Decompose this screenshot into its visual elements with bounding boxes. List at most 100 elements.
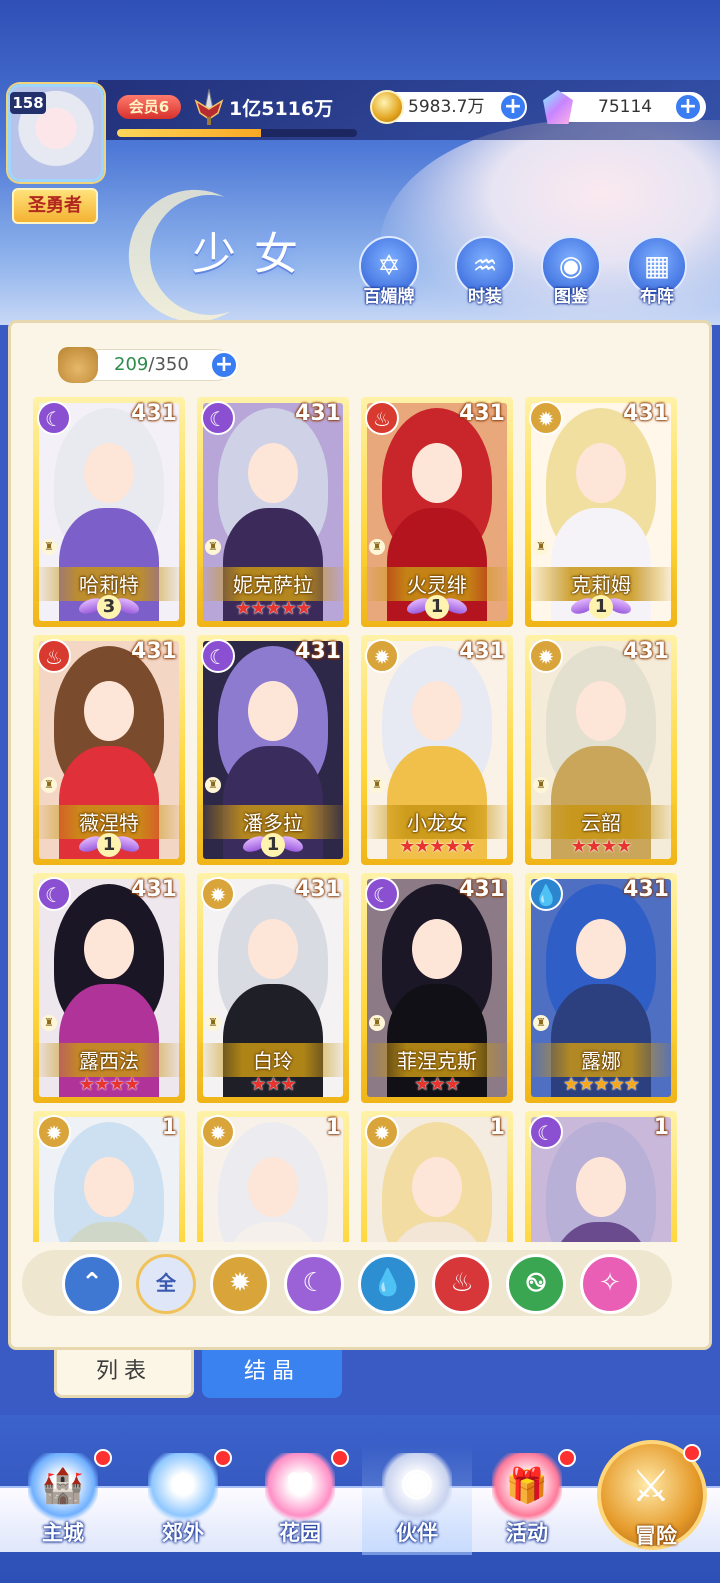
- nav-label: 郊外: [162, 1521, 204, 1545]
- tab-crystal[interactable]: 结晶: [202, 1350, 342, 1398]
- character-card[interactable]: ✹ 1: [361, 1111, 513, 1242]
- nav-label: 主城: [42, 1521, 84, 1545]
- portrait-face: [84, 1157, 134, 1217]
- nav-3[interactable]: ☺ 伙伴: [362, 1445, 472, 1555]
- character-level: 431: [623, 877, 669, 902]
- role-icon: ♜: [41, 777, 57, 793]
- role-icon: ♜: [41, 539, 57, 555]
- character-level: 1: [489, 1115, 505, 1140]
- awakening-level: 1: [97, 833, 121, 857]
- portal-icon: ✡: [148, 1453, 218, 1523]
- sun-element-icon: ✹: [201, 1115, 235, 1149]
- portrait-face: [576, 681, 626, 741]
- character-card[interactable]: ♨ 431 ♜ 薇涅特 1: [33, 635, 185, 865]
- character-name: 克莉姆: [571, 573, 631, 597]
- gold-amount: 5983.7万: [408, 97, 485, 117]
- role-icon: ♜: [369, 539, 385, 555]
- moon-element-icon: ☾: [529, 1115, 563, 1149]
- role-icon: ♜: [533, 777, 549, 793]
- character-name: 薇涅特: [79, 811, 139, 835]
- nav-label: 活动: [506, 1521, 548, 1545]
- quick-action-0[interactable]: ✡ 百媚牌: [355, 236, 423, 307]
- nav-label: 伙伴: [396, 1521, 438, 1545]
- character-name: 白玲: [253, 1049, 293, 1073]
- expand-inventory-button[interactable]: +: [210, 351, 238, 379]
- awakening-level: 1: [261, 833, 285, 857]
- character-card[interactable]: ☾ 431 ♜ 菲涅克斯 ★★★: [361, 873, 513, 1103]
- character-card[interactable]: ☾ 431 ♜ 潘多拉 1: [197, 635, 349, 865]
- filter-water-icon[interactable]: 💧: [358, 1254, 418, 1314]
- portrait-face: [576, 443, 626, 503]
- character-level: 431: [623, 401, 669, 426]
- nav-2[interactable]: ♥ 花园: [245, 1445, 355, 1555]
- gift-box-icon: 🎁: [492, 1453, 562, 1523]
- character-card[interactable]: ☾ 431 ♜ 妮克萨拉 ★★★★★: [197, 397, 349, 627]
- notification-dot: [683, 1444, 701, 1462]
- character-card[interactable]: ✹ 431 ♜ 白玲 ★★★: [197, 873, 349, 1103]
- character-card[interactable]: ✹ 431 ♜ 云韶 ★★★★: [525, 635, 677, 865]
- portrait-face: [248, 1157, 298, 1217]
- filter-wind-icon[interactable]: ࿊: [506, 1254, 566, 1314]
- nav-0[interactable]: 🏰 主城: [8, 1445, 118, 1555]
- page-title: 少女: [192, 229, 316, 280]
- character-card[interactable]: ✹ 1: [33, 1111, 185, 1242]
- portrait-face: [576, 919, 626, 979]
- character-level: 431: [295, 877, 341, 902]
- role-icon: ♜: [533, 539, 549, 555]
- filter-all-icon[interactable]: 全: [136, 1254, 196, 1314]
- moon-element-icon: ☾: [201, 401, 235, 435]
- gem-amount: 75114: [598, 97, 653, 117]
- nav-1[interactable]: ✡ 郊外: [128, 1445, 238, 1555]
- filter-sun-icon[interactable]: ✹: [210, 1254, 270, 1314]
- filter-moon-icon[interactable]: ☾: [284, 1254, 344, 1314]
- character-name: 火灵绯: [407, 573, 467, 597]
- add-gold-button[interactable]: +: [499, 93, 527, 121]
- filter-star-icon[interactable]: ✧: [580, 1254, 640, 1314]
- moon-element-icon: ☾: [37, 401, 71, 435]
- moon-element-icon: ☾: [37, 877, 71, 911]
- combat-power: 1亿5116万: [229, 98, 334, 120]
- adventure-button[interactable]: ⚔ 冒险: [597, 1440, 707, 1550]
- portrait-face: [412, 443, 462, 503]
- character-card[interactable]: 💧 431 ♜ 露娜 ★★★★★: [525, 873, 677, 1103]
- character-card[interactable]: ✹ 431 ♜ 小龙女 ★★★★★: [361, 635, 513, 865]
- player-title-badge[interactable]: 圣勇者: [12, 188, 98, 224]
- sun-element-icon: ✹: [365, 1115, 399, 1149]
- character-card[interactable]: ☾ 431 ♜ 哈莉特 3: [33, 397, 185, 627]
- nav-label: 花园: [279, 1521, 321, 1545]
- character-card[interactable]: ✹ 431 ♜ 克莉姆 1: [525, 397, 677, 627]
- xp-bar-fill: [117, 129, 261, 137]
- sun-element-icon: ✹: [37, 1115, 71, 1149]
- vip-badge[interactable]: 会员6: [117, 95, 181, 119]
- star-rating: ★★★★: [570, 836, 633, 857]
- character-card[interactable]: ♨ 431 ♜ 火灵绯 1: [361, 397, 513, 627]
- filter-wind-arrow-icon[interactable]: ⌃: [62, 1254, 122, 1314]
- awakening-wing-badge: 1: [407, 595, 467, 619]
- portrait-face: [84, 443, 134, 503]
- role-icon: ♜: [205, 777, 221, 793]
- character-level: 431: [459, 401, 505, 426]
- quick-action-label: 布阵: [640, 287, 674, 307]
- tab-list[interactable]: 列表: [54, 1350, 194, 1398]
- sun-element-icon: ✹: [529, 639, 563, 673]
- star-rating: ★★★★★: [563, 1074, 640, 1095]
- quick-action-1[interactable]: ♒ 时装: [451, 236, 519, 307]
- quick-action-2[interactable]: ◉ 图鉴: [537, 236, 605, 307]
- character-level: 431: [131, 877, 177, 902]
- character-card[interactable]: ☾ 431 ♜ 露西法 ★★★★: [33, 873, 185, 1103]
- sun-element-icon: ✹: [529, 401, 563, 435]
- quick-action-3[interactable]: ▦ 布阵: [623, 236, 691, 307]
- filter-fire-icon[interactable]: ♨: [432, 1254, 492, 1314]
- character-card[interactable]: ☾ 1: [525, 1111, 677, 1242]
- character-card[interactable]: ✹ 1: [197, 1111, 349, 1242]
- star-rating: ★★★★★: [399, 836, 476, 857]
- portrait-face: [84, 681, 134, 741]
- character-name: 菲涅克斯: [397, 1049, 477, 1073]
- moon-element-icon: ☾: [201, 639, 235, 673]
- role-icon: ♜: [205, 539, 221, 555]
- awakening-wing-badge: 1: [571, 595, 631, 619]
- portrait-face: [248, 443, 298, 503]
- nav-4[interactable]: 🎁 活动: [472, 1445, 582, 1555]
- character-name: 妮克萨拉: [233, 573, 313, 597]
- add-gems-button[interactable]: +: [674, 93, 702, 121]
